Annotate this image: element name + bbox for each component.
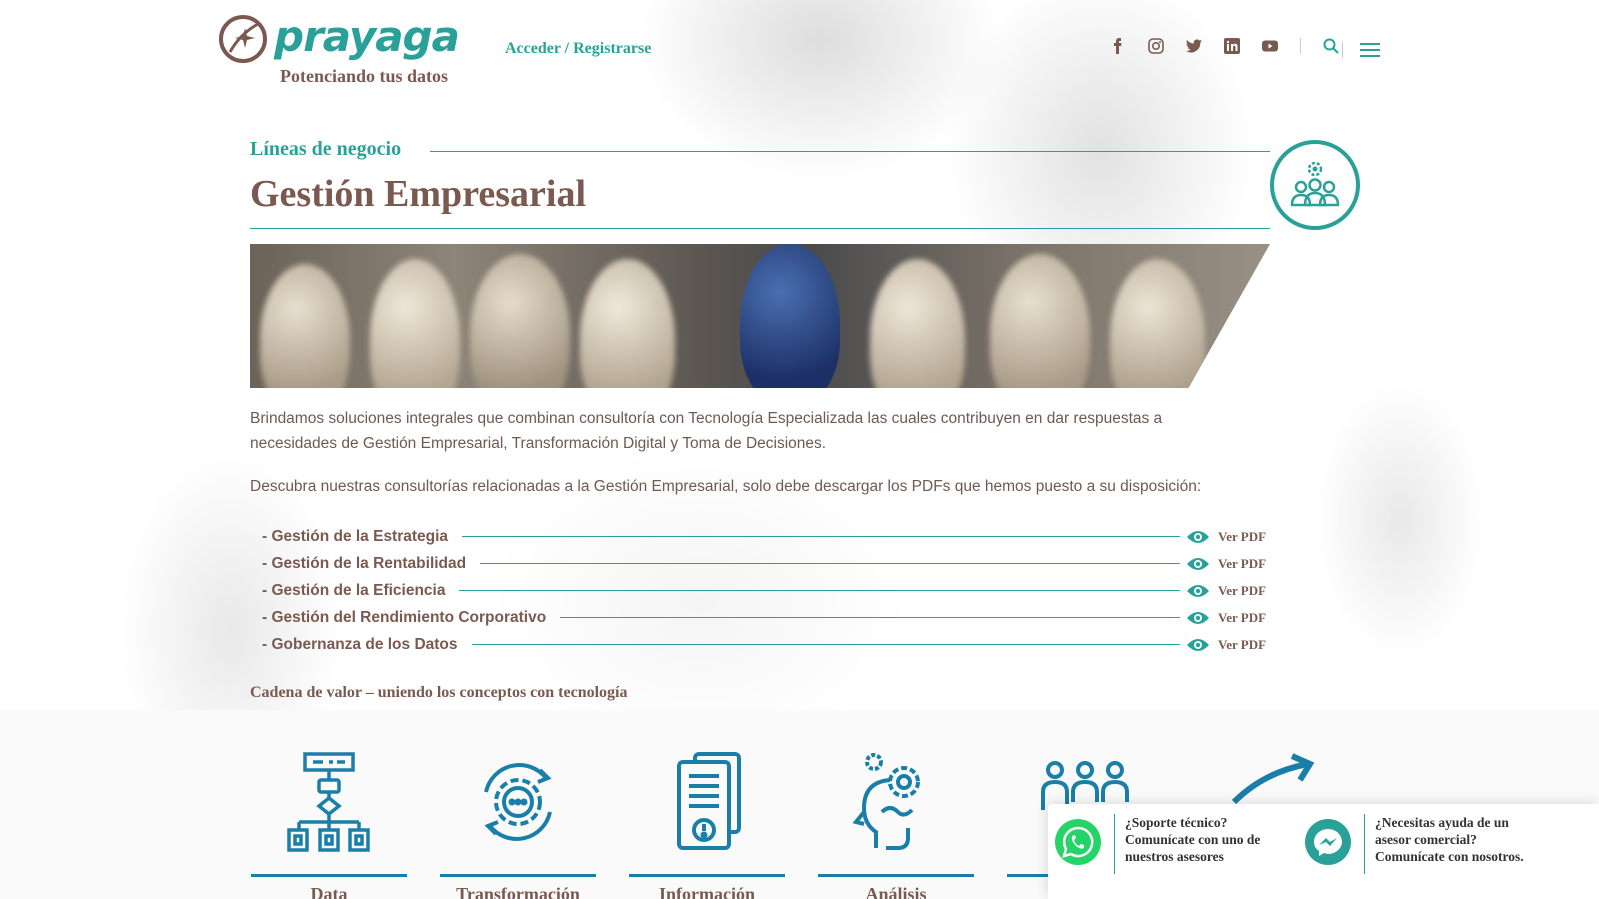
instagram-icon[interactable]: [1148, 38, 1164, 54]
whatsapp-support[interactable]: ¿Soporte técnico? Comunícate con uno de …: [1054, 814, 1290, 874]
card-underline: [251, 874, 407, 877]
pdf-row: - Gestión del Rendimiento Corporativo Ve…: [262, 604, 1272, 631]
pdf-name: - Gestión de la Eficiencia: [262, 581, 446, 599]
sales-text: ¿Necesitas ayuda de un asesor comercial?…: [1375, 815, 1524, 864]
pdf-leader-line: [480, 563, 1180, 564]
card-informacion[interactable]: Información: [629, 752, 785, 899]
pdf-row: - Gobernanza de los Datos Ver PDF: [262, 631, 1272, 658]
pdf-leader-line: [560, 617, 1180, 618]
gear-cycle-icon: [484, 763, 552, 841]
view-pdf-link[interactable]: Ver PDF: [1218, 610, 1272, 626]
card-label: Información: [659, 884, 755, 899]
document-alert-icon: [677, 752, 741, 850]
eye-icon[interactable]: [1186, 556, 1210, 572]
twitter-icon[interactable]: [1186, 38, 1202, 54]
card-underline: [440, 874, 596, 877]
card-underline: [629, 874, 785, 877]
whatsapp-icon: [1055, 819, 1101, 865]
view-pdf-link[interactable]: Ver PDF: [1218, 583, 1272, 599]
title-divider: [250, 228, 1270, 229]
pdf-row: - Gestión de la Eficiencia Ver PDF: [262, 577, 1272, 604]
eye-icon[interactable]: [1186, 637, 1210, 653]
card-analisis[interactable]: Análisis: [818, 752, 974, 899]
pdf-name: - Gobernanza de los Datos: [262, 635, 458, 653]
view-pdf-link[interactable]: Ver PDF: [1218, 556, 1272, 572]
eye-icon[interactable]: [1186, 583, 1210, 599]
pdf-name: - Gestión del Rendimiento Corporativo: [262, 608, 547, 626]
chat-divider: [1364, 814, 1365, 874]
card-label: Transformación: [456, 884, 580, 899]
view-pdf-link[interactable]: Ver PDF: [1218, 637, 1272, 653]
messenger-sales[interactable]: ¿Necesitas ayuda de un asesor comercial?…: [1304, 814, 1540, 874]
logo-tagline: Potenciando tus datos: [280, 66, 449, 86]
pdf-list: - Gestión de la Estrategia Ver PDF - Ges…: [262, 523, 1272, 658]
header-divider: [1300, 38, 1301, 54]
login-register-link[interactable]: Acceder / Registrarse: [505, 40, 651, 58]
youtube-icon[interactable]: [1262, 38, 1278, 54]
linkedin-icon[interactable]: [1224, 38, 1240, 54]
page-title: Gestión Empresarial: [250, 173, 587, 215]
pdf-leader-line: [459, 590, 1180, 591]
eye-icon[interactable]: [1186, 529, 1210, 545]
kicker-divider: [430, 151, 1270, 152]
card-label: Análisis: [865, 884, 927, 899]
facebook-icon[interactable]: [1110, 38, 1126, 54]
card-label: Data: [310, 884, 348, 899]
header-divider-2: [1342, 42, 1343, 58]
value-chain-title: Cadena de valor – uniendo los conceptos …: [250, 684, 628, 701]
data-flow-icon: [287, 752, 370, 852]
team-gear-badge: [1270, 140, 1360, 230]
support-text: ¿Soporte técnico? Comunícate con uno de …: [1125, 815, 1261, 864]
social-links: [1110, 38, 1339, 54]
hamburger-menu-icon[interactable]: [1360, 42, 1380, 58]
card-data[interactable]: Data: [251, 752, 407, 899]
hero-banner-image: [250, 244, 1270, 388]
section-kicker: Líneas de negocio: [250, 138, 402, 160]
logo-mark-icon: [219, 15, 267, 63]
pdf-name: - Gestión de la Rentabilidad: [262, 554, 467, 572]
view-pdf-link[interactable]: Ver PDF: [1218, 529, 1272, 545]
pdf-intro-paragraph: Descubra nuestras consultorías relaciona…: [250, 478, 1202, 495]
contact-widget: ¿Soporte técnico? Comunícate con uno de …: [1048, 804, 1599, 899]
card-underline: [818, 874, 974, 877]
chat-divider: [1114, 814, 1115, 874]
card-transformacion[interactable]: Transformación: [440, 752, 596, 899]
logo-wordmark: prayaga: [274, 12, 460, 61]
eye-icon[interactable]: [1186, 610, 1210, 626]
head-gears-icon: [852, 753, 920, 850]
pdf-leader-line: [471, 644, 1180, 645]
pdf-name: - Gestión de la Estrategia: [262, 527, 449, 545]
pdf-leader-line: [462, 536, 1180, 537]
pdf-row: - Gestión de la Estrategia Ver PDF: [262, 523, 1272, 550]
search-icon[interactable]: [1323, 38, 1339, 54]
team-gear-icon: [1290, 161, 1340, 207]
intro-paragraph: Brindamos soluciones integrales que comb…: [250, 410, 1163, 452]
messenger-icon: [1305, 819, 1351, 865]
pdf-row: - Gestión de la Rentabilidad Ver PDF: [262, 550, 1272, 577]
